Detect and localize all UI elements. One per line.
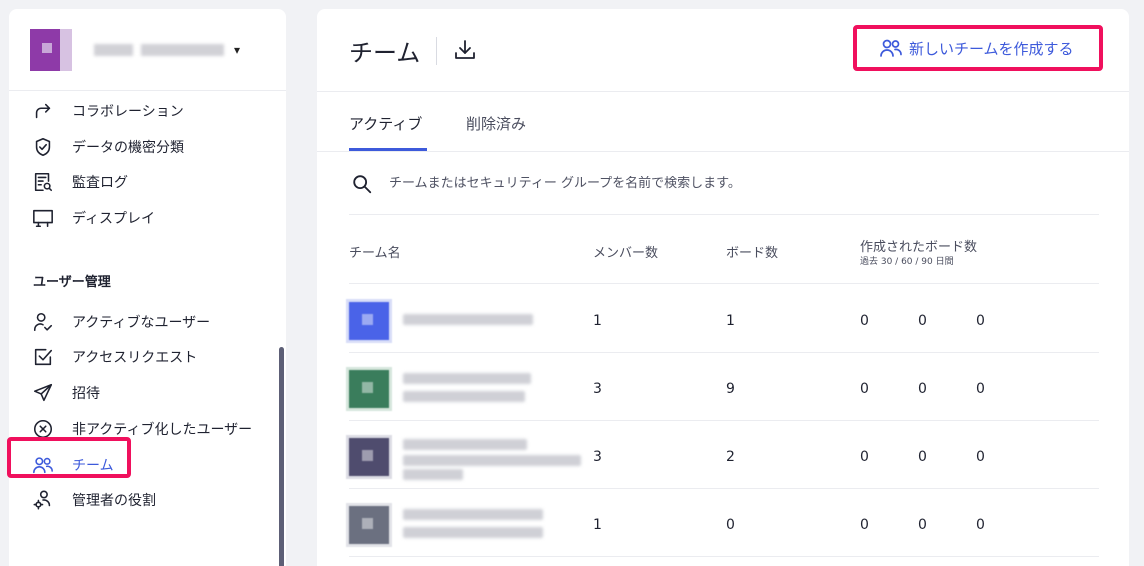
team-name-redacted [403, 421, 583, 489]
display-icon [31, 206, 55, 230]
sidebar-item-label: コラボレーション [72, 104, 184, 120]
table-row[interactable]: 3 9 0 0 0 [349, 353, 1099, 421]
table-row[interactable]: 1 0 0 0 0 [349, 489, 1099, 557]
sidebar: ▾ コラボレーション データの機密分類 監査ログ ディスプレイ ユーザー管理 ア… [9, 9, 286, 566]
created-90d: 0 [976, 517, 985, 533]
created-90d: 0 [976, 381, 985, 397]
created-90d: 0 [976, 313, 985, 329]
members-count: 1 [593, 517, 602, 533]
sidebar-item-invitations[interactable]: 招待 [31, 379, 100, 407]
team-name-redacted [403, 353, 583, 421]
members-count: 3 [593, 449, 602, 465]
sidebar-scrollbar[interactable] [279, 347, 284, 566]
boards-count: 9 [726, 381, 735, 397]
download-icon[interactable] [453, 38, 477, 66]
team-avatar [349, 370, 389, 408]
sidebar-item-label: 管理者の役割 [72, 493, 156, 509]
highlight-box-teams [7, 437, 131, 478]
sidebar-item-display[interactable]: ディスプレイ [31, 204, 155, 232]
table-header: チーム名 メンバー数 ボード数 作成されたボード数 過去 30 / 60 / 9… [349, 216, 1099, 284]
sidebar-item-label: ディスプレイ [72, 211, 156, 227]
chevron-down-icon[interactable]: ▾ [234, 43, 240, 57]
sidebar-item-collaboration[interactable]: コラボレーション [31, 97, 184, 125]
created-30d: 0 [860, 381, 869, 397]
create-team-button[interactable]: 新しいチームを作成する [853, 25, 1103, 71]
team-name-redacted [403, 285, 583, 353]
account-avatar [30, 28, 72, 71]
search-input[interactable] [389, 176, 989, 191]
tab-active-indicator [349, 148, 427, 151]
sidebar-item-access-requests[interactable]: アクセスリクエスト [31, 343, 197, 371]
team-avatar [349, 302, 389, 340]
main-panel: チーム 新しいチームを作成する アクティブ 削除済み チーム名 メンバー数 ボー… [317, 9, 1129, 566]
sidebar-item-data-classification[interactable]: データの機密分類 [31, 133, 184, 161]
boards-count: 2 [726, 449, 735, 465]
created-30d: 0 [860, 517, 869, 533]
column-boards[interactable]: ボード数 [726, 242, 778, 261]
tab-deleted[interactable]: 削除済み [466, 113, 526, 134]
table-row[interactable]: 1 1 0 0 0 [349, 285, 1099, 353]
page-title: チーム [349, 39, 421, 67]
create-team-label: 新しいチームを作成する [909, 39, 1074, 58]
members-count: 1 [593, 313, 602, 329]
table-row[interactable]: 3 2 0 0 0 [349, 421, 1099, 489]
created-60d: 0 [918, 517, 927, 533]
column-members[interactable]: メンバー数 [593, 242, 658, 261]
shield-check-icon [31, 135, 55, 159]
created-60d: 0 [918, 381, 927, 397]
sidebar-item-label: 招待 [72, 386, 100, 402]
created-30d: 0 [860, 449, 869, 465]
tab-bar: アクティブ 削除済み [317, 93, 1129, 152]
team-search [349, 153, 1099, 215]
audit-log-icon [31, 170, 55, 194]
sidebar-item-label: 監査ログ [72, 175, 128, 191]
users-icon [879, 36, 909, 60]
sidebar-item-label: データの機密分類 [72, 140, 184, 156]
checkbox-icon [31, 345, 55, 369]
created-60d: 0 [918, 449, 927, 465]
created-90d: 0 [976, 449, 985, 465]
page-header: チーム 新しいチームを作成する [317, 9, 1129, 92]
account-name-redacted [94, 43, 224, 56]
sidebar-item-active-users[interactable]: アクティブなユーザー [31, 308, 210, 336]
sidebar-item-label: アクティブなユーザー [72, 315, 211, 331]
column-team-name[interactable]: チーム名 [349, 242, 401, 261]
column-boards-created-subtitle: 過去 30 / 60 / 90 日間 [860, 257, 954, 267]
sidebar-item-label: 非アクティブ化したユーザー [72, 422, 253, 438]
user-gear-icon [31, 488, 55, 512]
sidebar-item-audit-log[interactable]: 監査ログ [31, 168, 128, 196]
tab-active[interactable]: アクティブ [349, 113, 422, 134]
created-60d: 0 [918, 313, 927, 329]
boards-count: 1 [726, 313, 735, 329]
search-icon [349, 173, 373, 195]
sidebar-item-admin-roles[interactable]: 管理者の役割 [31, 486, 156, 514]
sidebar-item-label: アクセスリクエスト [72, 350, 198, 366]
members-count: 3 [593, 381, 602, 397]
title-divider [436, 37, 437, 65]
team-name-redacted [403, 489, 583, 557]
section-title-user-management: ユーザー管理 [33, 275, 111, 290]
user-check-icon [31, 310, 55, 334]
share-arrow-icon [31, 99, 55, 123]
team-avatar [349, 438, 389, 476]
team-avatar [349, 506, 389, 544]
boards-count: 0 [726, 517, 735, 533]
account-switcher[interactable]: ▾ [9, 9, 286, 91]
send-icon [31, 381, 55, 405]
created-30d: 0 [860, 313, 869, 329]
column-boards-created[interactable]: 作成されたボード数 [860, 236, 977, 255]
